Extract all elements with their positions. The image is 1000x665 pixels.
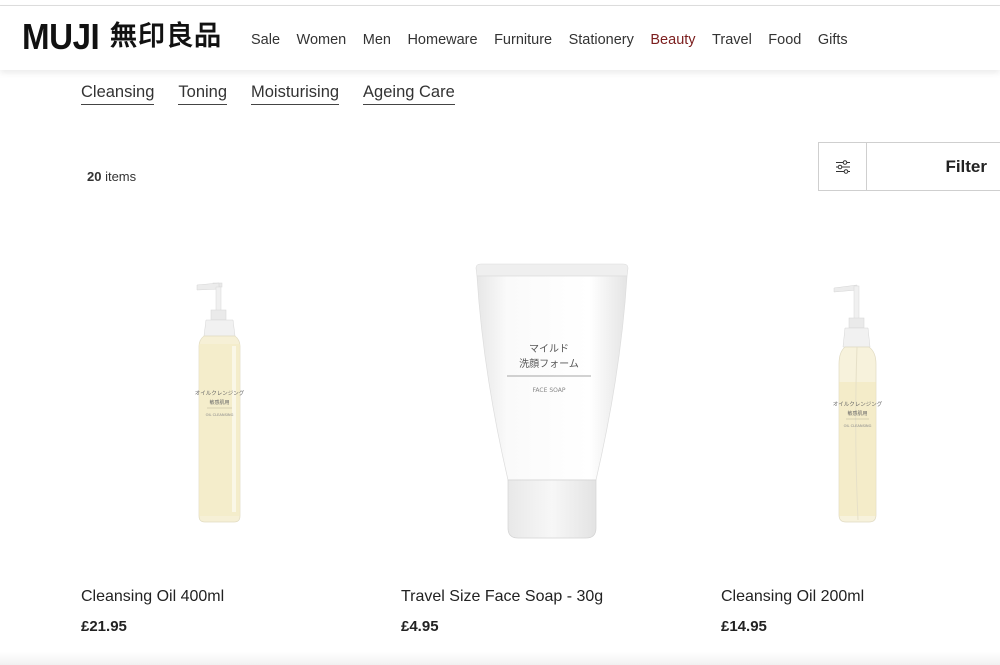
bottle-label-jp: オイルクレンジング: [195, 389, 245, 397]
category-subnav: Cleansing Toning Moisturising Ageing Car…: [81, 83, 479, 105]
product-price: £21.95: [81, 618, 127, 635]
main-nav: Sale Women Men Homeware Furniture Statio…: [251, 31, 864, 49]
nav-homeware[interactable]: Homeware: [407, 31, 477, 49]
nav-food[interactable]: Food: [768, 31, 801, 49]
bottom-shade: [0, 652, 1000, 665]
nav-travel[interactable]: Travel: [712, 31, 752, 49]
nav-sale[interactable]: Sale: [251, 31, 280, 49]
tube-label-en: FACE SOAP: [533, 387, 566, 394]
nav-men[interactable]: Men: [363, 31, 391, 49]
item-count-suffix: items: [101, 169, 137, 184]
filter-button[interactable]: Filter: [818, 142, 1000, 191]
nav-beauty[interactable]: Beauty: [650, 31, 695, 49]
product-card[interactable]: オイルクレンジング 敏感肌用 OIL CLEANSING Cleansing O…: [721, 232, 1000, 642]
nav-women[interactable]: Women: [297, 31, 347, 49]
logo-wordmark: MUJI: [22, 16, 100, 57]
filter-label: Filter: [945, 157, 987, 176]
product-image[interactable]: マイルド 洗顔フォーム FACE SOAP: [401, 232, 701, 562]
sliders-icon: [819, 143, 867, 190]
subnav-toning[interactable]: Toning: [178, 83, 228, 105]
nav-gifts[interactable]: Gifts: [818, 31, 848, 49]
product-price: £4.95: [401, 618, 439, 635]
product-price: £14.95: [721, 618, 767, 635]
site-header: MUJI 無印良品 Sale Women Men Homeware Furnit…: [0, 6, 1000, 70]
bottle-label-en: OIL CLEANSING: [206, 413, 234, 417]
bottle-label-jp: オイルクレンジング: [833, 400, 883, 408]
subnav-moisturising[interactable]: Moisturising: [251, 83, 340, 105]
tube-label-jp: マイルド: [529, 344, 569, 355]
product-name[interactable]: Cleansing Oil 200ml: [721, 588, 864, 606]
product-image[interactable]: オイルクレンジング 敏感肌用 OIL CLEANSING: [721, 232, 1000, 562]
product-name[interactable]: Travel Size Face Soap - 30g: [401, 588, 603, 606]
product-image[interactable]: オイルクレンジング 敏感肌用 OIL CLEANSING: [81, 232, 381, 562]
product-card[interactable]: オイルクレンジング 敏感肌用 OIL CLEANSING Cleansing O…: [81, 232, 381, 642]
bottle-label-sub: 敏感肌用: [847, 410, 867, 417]
product-grid: オイルクレンジング 敏感肌用 OIL CLEANSING Cleansing O…: [0, 232, 1000, 652]
item-count-number: 20: [87, 169, 102, 184]
subnav-cleansing[interactable]: Cleansing: [81, 83, 155, 105]
nav-furniture[interactable]: Furniture: [494, 31, 552, 49]
muji-logo[interactable]: MUJI 無印良品: [22, 16, 222, 57]
nav-stationery[interactable]: Stationery: [569, 31, 634, 49]
tube-label-jp2: 洗顔フォーム: [519, 357, 579, 370]
bottle-label-en: OIL CLEANSING: [844, 424, 872, 428]
product-name[interactable]: Cleansing Oil 400ml: [81, 588, 224, 606]
item-count: 20 items: [87, 169, 136, 184]
product-card[interactable]: マイルド 洗顔フォーム FACE SOAP Travel Size Face S…: [401, 232, 701, 642]
logo-japanese: 無印良品: [110, 21, 222, 52]
bottle-label-sub: 敏感肌用: [209, 399, 229, 406]
subnav-ageing-care[interactable]: Ageing Care: [363, 83, 455, 105]
